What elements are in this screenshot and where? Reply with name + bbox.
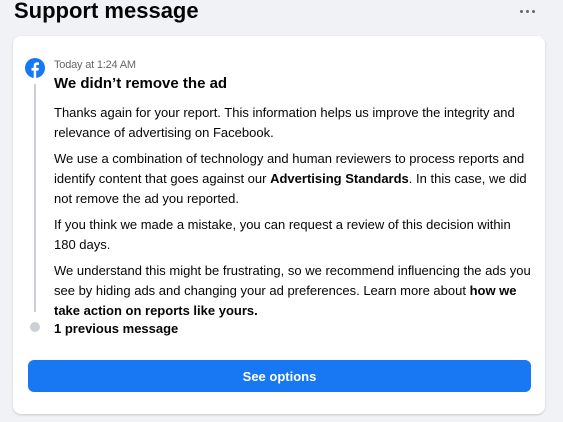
message-timestamp: Today at 1:24 AM <box>54 59 136 71</box>
facebook-logo-icon <box>25 58 45 78</box>
page-title: Support message <box>14 0 199 23</box>
message-title: We didn’t remove the ad <box>54 75 228 92</box>
more-dot <box>531 9 535 13</box>
more-dot <box>525 9 529 13</box>
advertising-standards-text: Advertising Standards <box>270 171 409 186</box>
message-paragraph: Thanks again for your report. This infor… <box>54 105 515 140</box>
timeline-line <box>34 84 36 312</box>
previous-messages-link[interactable]: 1 previous message <box>54 321 178 337</box>
message-text: We understand this might be frustrating,… <box>54 263 531 298</box>
support-message-card: Today at 1:24 AM We didn’t remove the ad… <box>13 36 545 414</box>
message-paragraph: We use a combination of technology and h… <box>54 149 534 209</box>
message-paragraph: If you think we made a mistake, you can … <box>54 217 511 252</box>
more-horizontal-icon <box>519 9 523 13</box>
timeline-dot <box>30 322 40 332</box>
message-body: Today at 1:24 AM We didn’t remove the ad… <box>54 58 534 321</box>
message-paragraph: We understand this might be frustrating,… <box>54 261 534 321</box>
more-options-button[interactable] <box>515 3 539 19</box>
see-options-button[interactable]: See options <box>28 360 531 392</box>
